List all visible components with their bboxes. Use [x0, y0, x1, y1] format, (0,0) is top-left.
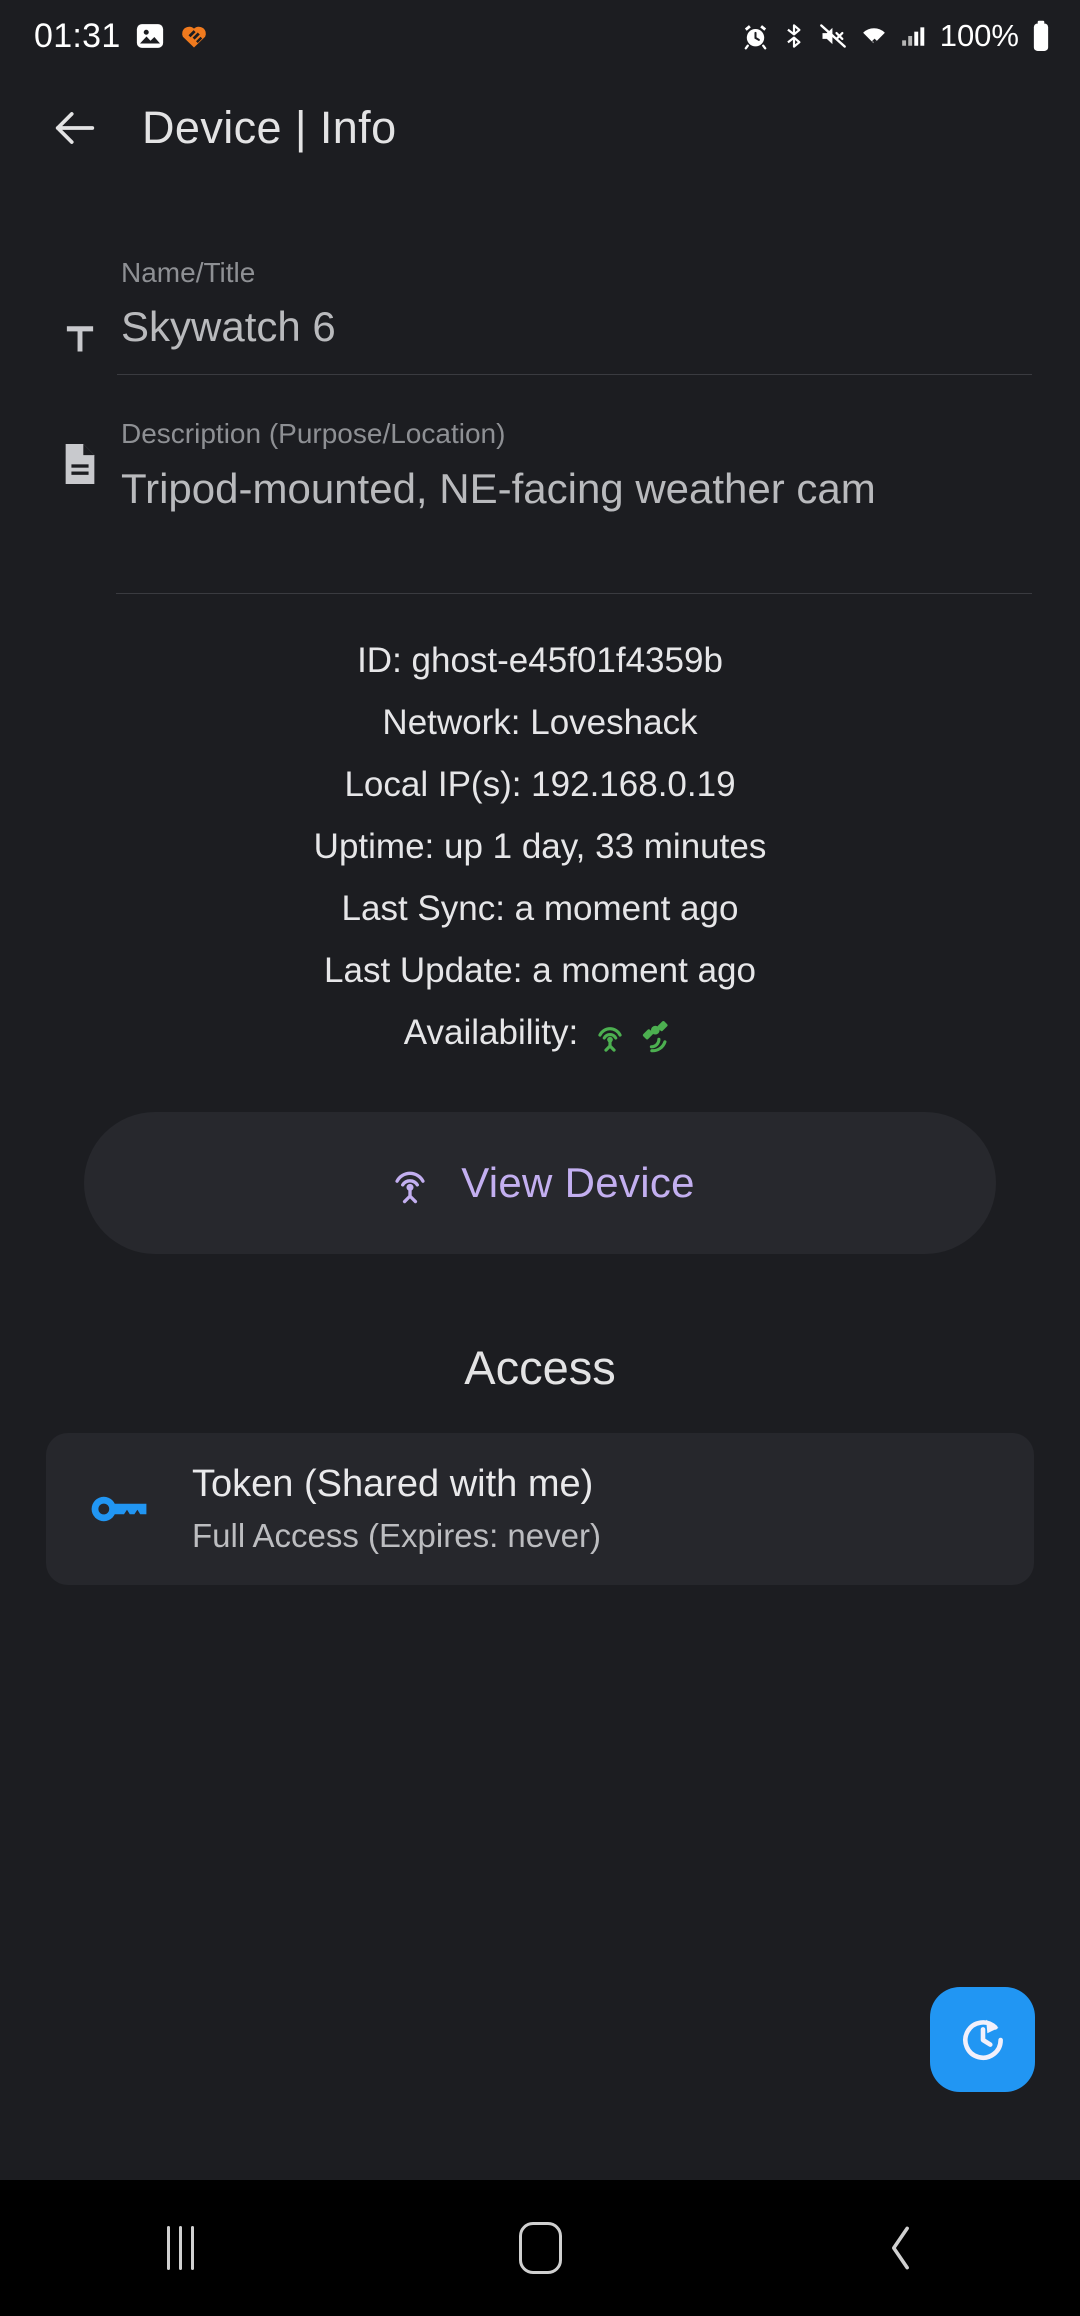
description-body: Description (Purpose/Location) Tripod-mo…: [114, 417, 1032, 527]
status-bar-right: 100%: [741, 18, 1052, 54]
page-title: Device | Info: [142, 102, 397, 153]
token-title: Token (Shared with me): [192, 1463, 594, 1505]
cellular-signal-icon: [900, 22, 926, 50]
view-device-label: View Device: [461, 1159, 695, 1206]
token-card[interactable]: Token (Shared with me) Full Access (Expi…: [46, 1433, 1034, 1585]
availability-label: Availability:: [403, 1013, 579, 1052]
name-title-field[interactable]: Name/Title Skywatch 6: [0, 256, 1080, 375]
device-info-block: ID: ghost-e45f01f4359b Network: Loveshac…: [0, 630, 1080, 1064]
info-line-last-update: Last Update: a moment ago: [324, 951, 756, 990]
content-area: Name/Title Skywatch 6 Description (Purpo…: [0, 184, 1080, 1585]
device-info-screen: 01:31 100% Device | Info Name/Title Skyw…: [0, 0, 1080, 2316]
info-line-local-ip: Local IP(s): 192.168.0.19: [344, 765, 736, 804]
status-bar: 01:31 100%: [0, 0, 1080, 72]
satellite-icon: [640, 1018, 676, 1054]
description-label: Description (Purpose/Location): [121, 418, 506, 449]
description-field[interactable]: Description (Purpose/Location) Tripod-mo…: [0, 417, 1080, 527]
history-refresh-icon: [954, 2011, 1012, 2069]
token-text: Token (Shared with me) Full Access (Expi…: [192, 1458, 601, 1560]
name-title-value: Skywatch 6: [121, 303, 336, 350]
info-divider: [0, 593, 1080, 594]
info-line-last-sync: Last Sync: a moment ago: [341, 889, 739, 928]
access-section-title: Access: [464, 1341, 616, 1394]
broadcast-tower-icon: [592, 1018, 628, 1054]
bluetooth-icon: [781, 22, 807, 50]
name-title-underline: [117, 374, 1032, 375]
alarm-icon: [741, 22, 770, 51]
info-line-id: ID: ghost-e45f01f4359b: [357, 641, 723, 680]
document-icon: [46, 441, 114, 527]
text-format-icon: [46, 317, 114, 375]
status-bar-clock: 01:31: [34, 16, 121, 55]
battery-percent-label: 100%: [939, 18, 1019, 53]
broadcast-tower-icon: [385, 1158, 435, 1208]
name-title-body: Name/Title Skywatch 6: [114, 256, 1032, 375]
info-line-uptime: Uptime: up 1 day, 33 minutes: [313, 827, 767, 866]
view-device-button[interactable]: View Device: [84, 1112, 996, 1254]
photo-icon: [135, 21, 165, 51]
back-arrow-icon[interactable]: [48, 101, 102, 155]
recents-icon[interactable]: [90, 2180, 270, 2316]
token-subtitle: Full Access (Expires: never): [192, 1517, 601, 1554]
android-nav-bar: [0, 2180, 1080, 2316]
battery-icon: [1030, 20, 1052, 52]
name-title-label: Name/Title: [121, 257, 256, 288]
status-bar-left: 01:31: [34, 17, 209, 56]
mute-icon: [818, 22, 848, 50]
home-icon[interactable]: [450, 2180, 630, 2316]
key-icon: [82, 1492, 156, 1526]
info-line-network: Network: Loveshack: [382, 703, 698, 742]
wifi-icon: [859, 22, 889, 50]
app-bar: Device | Info: [0, 72, 1080, 184]
availability-icons: [592, 1018, 676, 1054]
back-icon[interactable]: [810, 2180, 990, 2316]
info-line-availability: Availability:: [0, 1002, 1080, 1064]
description-value: Tripod-mounted, NE-facing weather cam: [121, 465, 876, 512]
refresh-fab-button[interactable]: [930, 1987, 1035, 2092]
orange-heart-icon: [179, 21, 209, 51]
